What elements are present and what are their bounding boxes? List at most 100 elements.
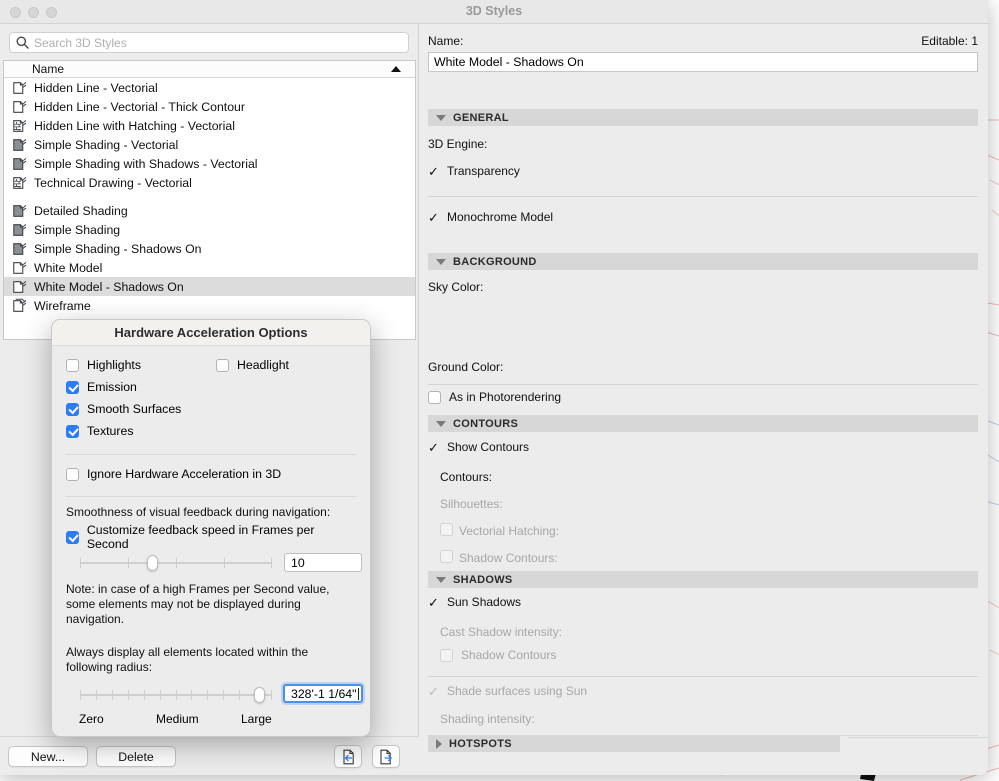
list-column-header[interactable]: Name (4, 61, 415, 78)
shade-surfaces-checkmark-icon: ✓ (428, 683, 439, 699)
fps-slider[interactable] (80, 555, 272, 571)
list-item[interactable]: White Model - Shadows On (4, 277, 415, 296)
dialog-divider-1 (66, 454, 356, 455)
contours-row-label: Vectorial Hatching: (459, 524, 560, 538)
scale-label-medium: Medium (156, 712, 199, 726)
shadow-contours-checkbox[interactable] (440, 648, 453, 662)
style-name-input[interactable]: White Model - Shadows On (428, 52, 978, 72)
monochrome-label: Monochrome Model (447, 210, 554, 224)
list-item[interactable]: Simple Shading - Vectorial (4, 135, 415, 154)
radius-label: Always display all elements located with… (66, 645, 309, 674)
new-style-button[interactable]: New... (8, 746, 88, 767)
section-general-header[interactable]: GENERAL (428, 109, 978, 126)
section-shadows-header[interactable]: SHADOWS (428, 571, 978, 588)
highlights-checkbox[interactable] (66, 358, 79, 372)
photorendering-checkbox[interactable] (428, 390, 441, 404)
style-shaded-icon (12, 222, 34, 238)
contours-row-checkbox[interactable] (440, 550, 453, 563)
sort-ascending-icon[interactable] (391, 66, 401, 72)
section-contours-title: CONTOURS (453, 417, 519, 430)
style-shaded-icon (12, 241, 34, 257)
scale-label-zero: Zero (79, 712, 104, 726)
disclosure-triangle-down-icon[interactable] (436, 258, 446, 265)
style-hatch-icon (12, 175, 34, 191)
dialog-title: Hardware Acceleration Options (52, 320, 370, 346)
list-item-label: Wireframe (34, 298, 91, 313)
column-header-name: Name (32, 62, 65, 76)
emission-label: Emission (87, 380, 137, 394)
export-document-icon[interactable] (372, 745, 400, 768)
headlight-checkbox[interactable] (216, 358, 229, 372)
style-outline-icon (12, 80, 34, 96)
radius-slider[interactable] (80, 687, 272, 703)
disclosure-triangle-down-icon[interactable] (436, 576, 446, 583)
style-wireframe-icon (12, 298, 34, 314)
list-item[interactable]: Hidden Line with Hatching - Vectorial (4, 116, 415, 135)
disclosure-triangle-down-icon[interactable] (436, 114, 446, 121)
fps-input[interactable]: 10 (284, 553, 362, 572)
sun-shadows-checkmark-icon: ✓ (428, 594, 439, 610)
disclosure-triangle-right-icon[interactable] (436, 738, 442, 749)
style-shaded-icon (12, 156, 34, 172)
textures-checkbox-row[interactable]: Textures (66, 420, 356, 442)
styles-list[interactable]: Name Hidden Line - Vectorial Hidden Line … (3, 60, 416, 340)
name-label: Name: (428, 34, 464, 48)
transparency-checkbox-row[interactable]: ✓ Transparency (428, 164, 520, 178)
list-item[interactable]: White Model (4, 258, 415, 277)
smooth-surfaces-checkbox[interactable] (66, 402, 79, 416)
search-field-wrapper[interactable] (9, 32, 409, 53)
ignore-hw-accel-checkbox-row[interactable]: Ignore Hardware Acceleration in 3D (66, 463, 356, 485)
list-item-label: Technical Drawing - Vectorial (34, 175, 192, 190)
list-item[interactable]: Detailed Shading (4, 201, 415, 220)
style-outline-icon (12, 99, 34, 115)
highlights-label: Highlights (87, 358, 141, 372)
list-item[interactable]: Simple Shading (4, 220, 415, 239)
photorendering-checkbox-row[interactable]: As in Photorendering (428, 390, 561, 404)
list-item-label: Simple Shading with Shadows - Vectorial (34, 156, 258, 171)
contours-row-checkbox[interactable] (440, 523, 453, 536)
ignore-hw-accel-checkbox[interactable] (66, 467, 79, 481)
list-item[interactable]: Technical Drawing - Vectorial (4, 173, 415, 192)
monochrome-checkbox-row[interactable]: ✓ Monochrome Model (428, 210, 553, 224)
ground-color-label: Ground Color: (428, 360, 504, 374)
transparency-checkmark-icon: ✓ (428, 163, 439, 179)
section-contours-header[interactable]: CONTOURS (428, 415, 978, 432)
dialog-divider-2 (66, 496, 356, 497)
radius-input[interactable]: 328'-1 1/64" (283, 684, 363, 703)
headlight-label: Headlight (237, 358, 289, 372)
list-item-label: White Model (34, 260, 103, 275)
customize-fps-checkbox-row[interactable]: Customize feedback speed in Frames per S… (66, 523, 356, 551)
cast-shadow-label: Cast Shadow intensity: (440, 625, 563, 639)
list-item[interactable]: Simple Shading - Shadows On (4, 239, 415, 258)
list-item[interactable]: Simple Shading with Shadows - Vectorial (4, 154, 415, 173)
smooth-surfaces-checkbox-row[interactable]: Smooth Surfaces (66, 398, 356, 420)
search-input[interactable] (34, 35, 408, 50)
list-item[interactable]: Wireframe (4, 296, 415, 315)
radius-input-value: 328'-1 1/64" (291, 686, 357, 701)
list-item[interactable]: Hidden Line - Vectorial (4, 78, 415, 97)
disclosure-triangle-down-icon[interactable] (436, 420, 446, 427)
delete-style-button[interactable]: Delete (96, 746, 176, 767)
shading-intensity-label: Shading intensity: (440, 712, 535, 726)
shade-surfaces-checkbox-row[interactable]: ✓ Shade surfaces using Sun (428, 684, 587, 698)
show-contours-checkbox-row[interactable]: ✓ Show Contours (428, 440, 529, 454)
footer-divider (848, 737, 988, 738)
show-contours-label: Show Contours (447, 440, 530, 454)
ignore-hw-accel-label: Ignore Hardware Acceleration in 3D (87, 467, 282, 481)
shadow-contours-checkbox-row[interactable]: Shadow Contours (440, 648, 556, 662)
dialog-footer-toolbar: Cancel OK (840, 736, 988, 775)
window-title: 3D Styles (465, 4, 523, 18)
customize-fps-checkbox[interactable] (66, 530, 79, 544)
emission-checkbox-row[interactable]: Emission (66, 376, 356, 398)
section-background-header[interactable]: BACKGROUND (428, 253, 978, 270)
smoothness-label: Smoothness of visual feedback during nav… (66, 505, 331, 519)
list-item[interactable]: Hidden Line - Vectorial - Thick Contour (4, 97, 415, 116)
sun-shadows-checkbox-row[interactable]: ✓ Sun Shadows (428, 595, 521, 609)
list-group-separator (4, 192, 415, 201)
window-titlebar: 3D Styles (0, 0, 988, 24)
emission-checkbox[interactable] (66, 380, 79, 394)
highlights-checkbox-row[interactable]: Highlights (66, 354, 216, 376)
headlight-checkbox-row[interactable]: Headlight (216, 354, 289, 376)
textures-checkbox[interactable] (66, 424, 79, 438)
import-document-icon[interactable] (334, 745, 362, 768)
